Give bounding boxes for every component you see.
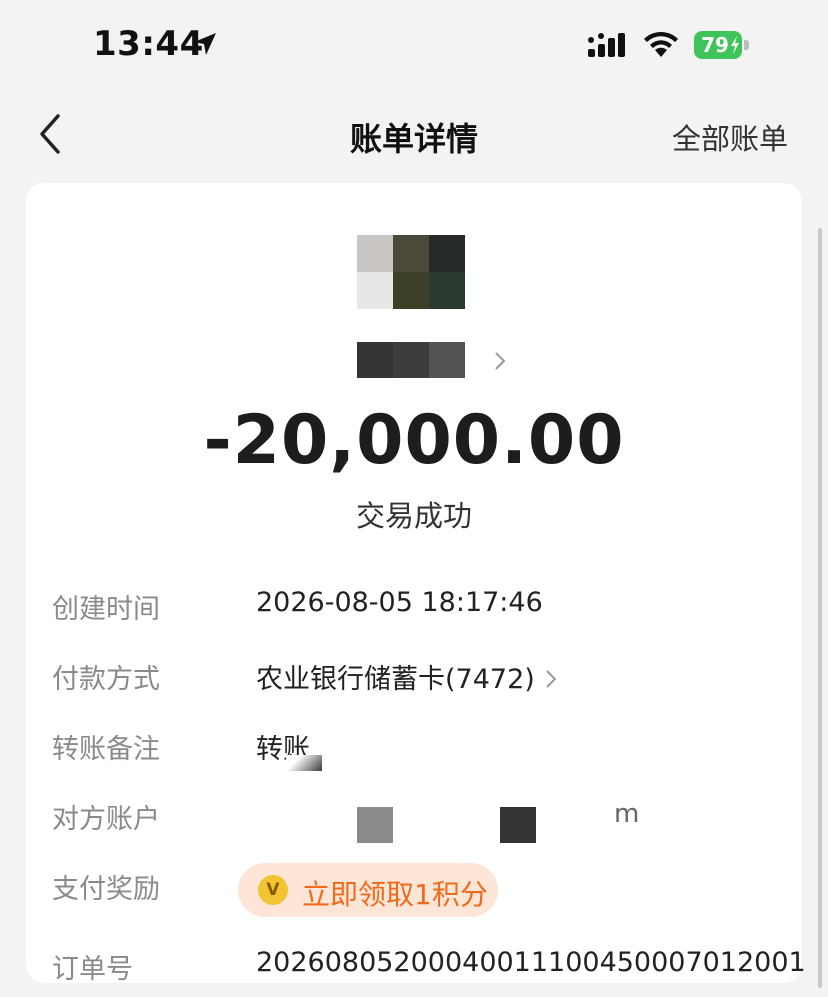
claim-reward-button[interactable]: V 立即领取1积分 [238, 863, 498, 917]
signal-icon [588, 33, 625, 57]
detail-value-payment[interactable]: 农业银行储蓄卡(7472) [256, 657, 557, 696]
transaction-amount: -20,000.00 [203, 401, 625, 480]
detail-row-order-number: 订单号 20260805200040011100450007012001 [26, 947, 806, 997]
chevron-right-icon [495, 352, 506, 370]
redacted-account-block [500, 807, 536, 843]
counterparty-account-fragment: m [614, 799, 640, 829]
redacted-account-block [357, 807, 393, 843]
transaction-status: 交易成功 [355, 499, 472, 533]
location-arrow-icon [194, 33, 216, 55]
detail-label: 转账备注 [52, 734, 160, 765]
status-time: 13:44 [93, 24, 204, 64]
detail-label: 付款方式 [52, 664, 160, 695]
detail-label: 创建时间 [52, 594, 160, 625]
detail-value: 20260805200040011100450007012001 [256, 947, 806, 978]
detail-row-counterparty: 对方账户 [26, 797, 802, 847]
back-button[interactable] [34, 110, 66, 158]
payee-name-redacted [357, 342, 465, 378]
detail-label: 支付奖励 [52, 874, 160, 905]
payment-method-text: 农业银行储蓄卡(7472) [256, 664, 535, 695]
status-bar: 13:44 79 [0, 0, 828, 92]
chevron-right-icon [546, 670, 557, 688]
detail-row-payment-method[interactable]: 付款方式 农业银行储蓄卡(7472) [26, 657, 802, 707]
battery-icon: 79 [694, 31, 742, 59]
all-bills-link[interactable]: 全部账单 [672, 116, 788, 158]
nav-bar: 账单详情 全部账单 [0, 92, 828, 176]
detail-label: 订单号 [52, 954, 133, 985]
detail-label: 对方账户 [52, 804, 160, 835]
charging-bolt-icon [731, 36, 739, 54]
redacted-note [286, 755, 322, 771]
v-coin-icon: V [258, 875, 288, 905]
payee-avatar[interactable] [357, 235, 465, 309]
bill-detail-card: -20,000.00 交易成功 创建时间 2026-08-05 18:17:46… [26, 183, 806, 985]
battery-cap [744, 40, 749, 50]
detail-row-created-time: 创建时间 2026-08-05 18:17:46 [26, 587, 802, 637]
detail-value: 2026-08-05 18:17:46 [256, 587, 543, 618]
scrollbar[interactable] [818, 228, 822, 988]
wifi-icon [644, 31, 678, 57]
claim-reward-label: 立即领取1积分 [302, 878, 488, 911]
detail-row-transfer-note: 转账备注 转账 [26, 727, 802, 777]
